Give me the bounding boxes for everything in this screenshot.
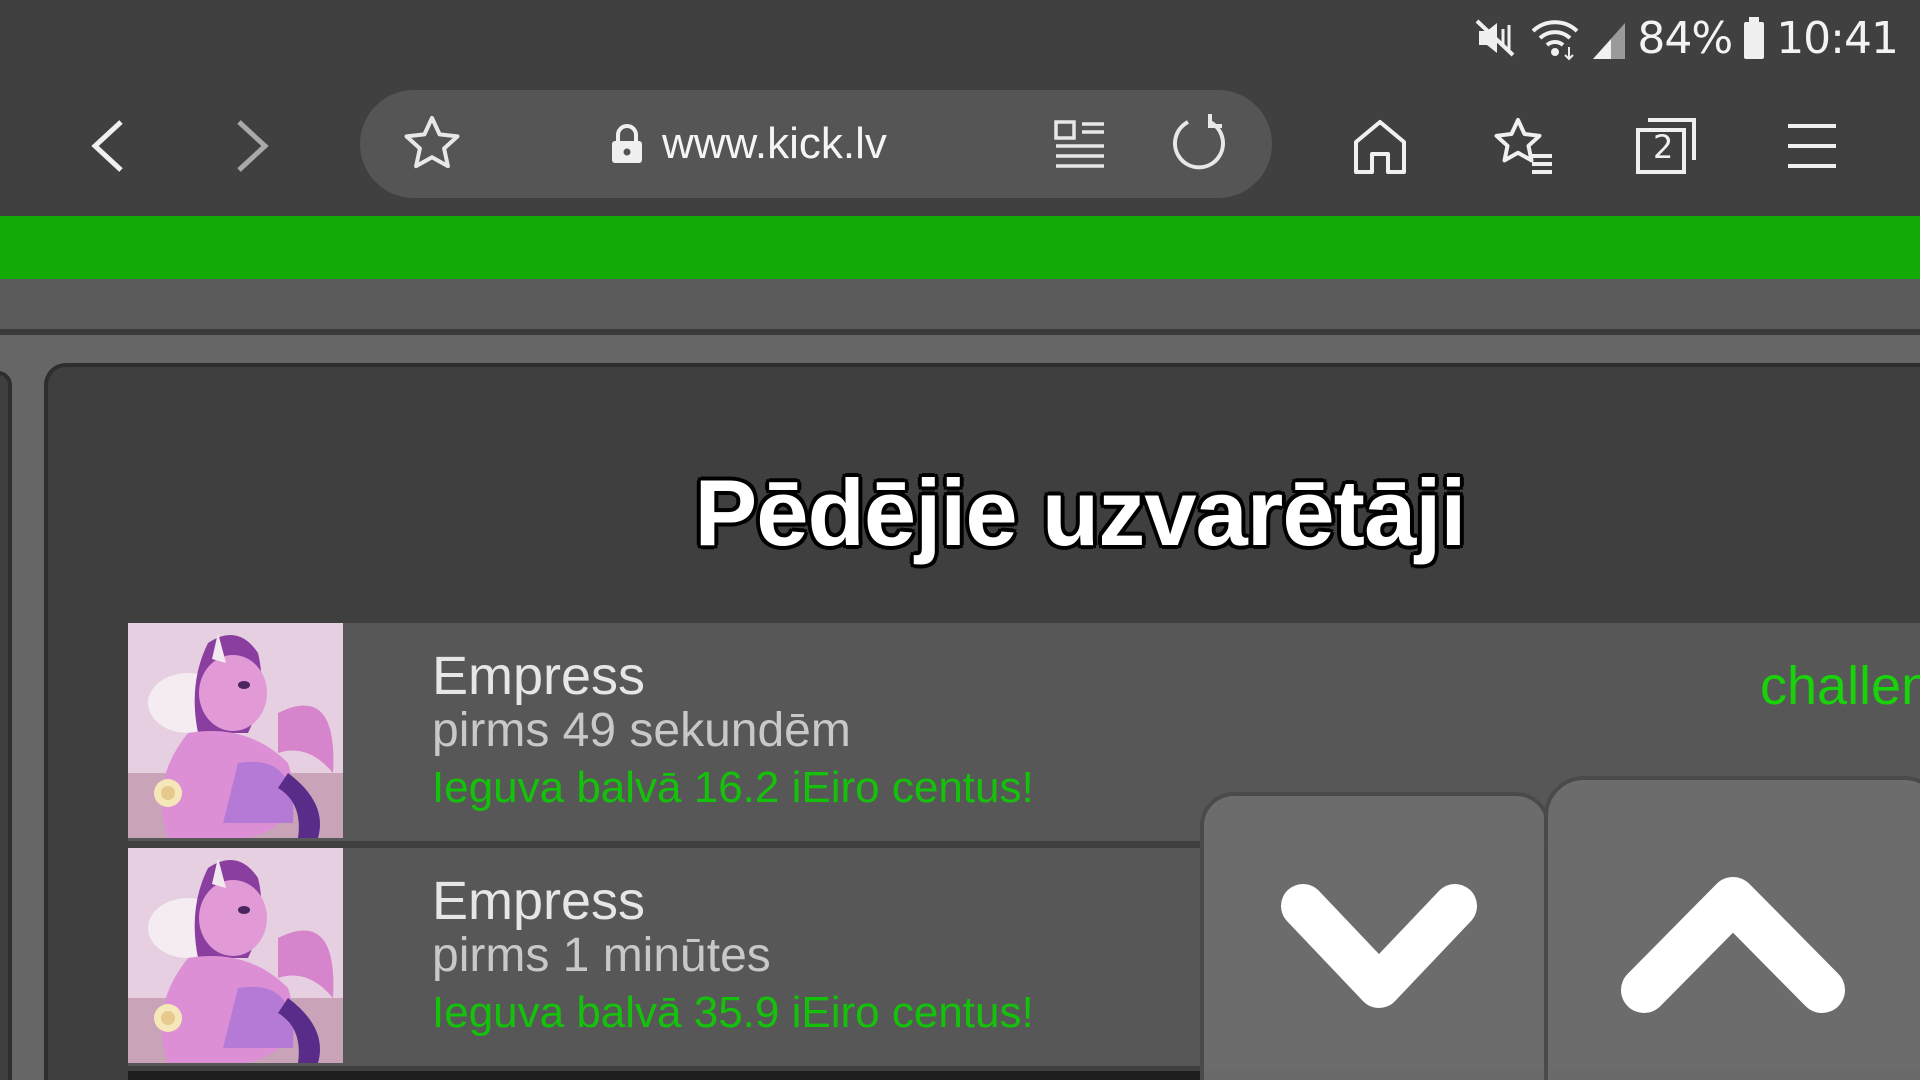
browser-toolbar: www.kick.lv 2 [0,76,1920,216]
page-title: Pēdējie uzvarētāji [694,460,1467,565]
winner-name: Empress [432,646,646,706]
winner-name: Empress [432,871,646,931]
tab-count: 2 [1653,128,1674,166]
scroll-down-button[interactable] [1200,792,1550,1080]
url-display[interactable]: www.kick.lv [610,114,887,174]
menu-icon [1788,124,1836,168]
status-bar: 84% 10:41 [0,0,1920,76]
menu-button[interactable] [1770,104,1854,188]
bookmarks-icon [1494,118,1552,174]
back-button[interactable] [66,104,150,188]
forward-icon [237,120,269,172]
url-bar[interactable]: www.kick.lv [360,90,1272,198]
scroll-up-button[interactable] [1544,776,1920,1080]
bookmarks-button[interactable] [1482,104,1566,188]
chevron-down-icon [1281,884,1477,1008]
clock: 10:41 [1776,12,1899,64]
battery-icon [1742,15,1766,61]
winner-time: pirms 49 sekundēm [432,704,851,757]
forward-button[interactable] [210,104,294,188]
url-text: www.kick.lv [662,119,887,168]
winner-time: pirms 1 minūtes [432,929,771,982]
home-icon [1354,120,1406,174]
avatar [128,848,343,1063]
reload-icon[interactable] [1166,110,1232,176]
lock-icon [612,124,642,163]
tabs-button[interactable]: 2 [1624,104,1708,188]
winner-game-tag[interactable]: challen [1760,655,1920,717]
site-header-bar [0,216,1920,279]
chevron-up-icon [1621,877,1845,1013]
home-button[interactable] [1338,104,1422,188]
status-icons: 84% 10:41 [1473,10,1899,66]
avatar [128,623,343,838]
wifi-icon [1529,15,1581,61]
mute-vibrate-icon [1473,15,1519,61]
winner-prize: Ieguva balvā 16.2 iEiro centus! [432,763,1034,812]
winner-prize: Ieguva balvā 35.9 iEiro centus! [432,988,1034,1037]
bookmark-star-icon[interactable] [400,112,464,176]
battery-percent: 84% [1637,12,1733,64]
back-icon [91,120,123,172]
signal-icon [1591,15,1627,61]
reader-mode-icon[interactable] [1050,114,1110,174]
